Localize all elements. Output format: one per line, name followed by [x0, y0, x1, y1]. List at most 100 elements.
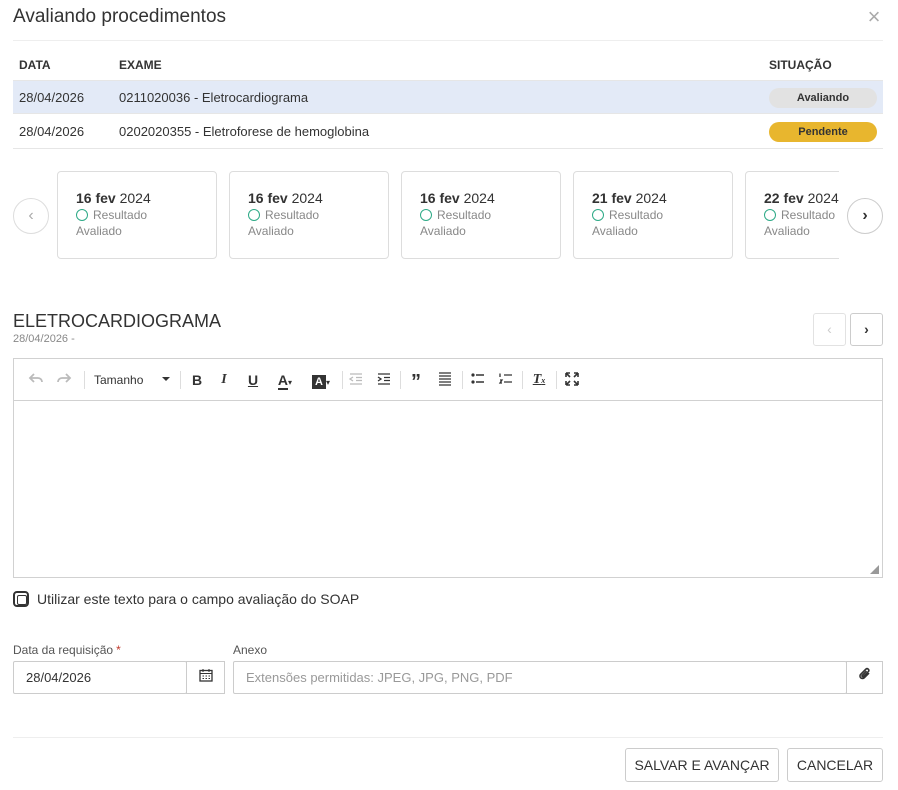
- column-header-status[interactable]: SITUAÇÃO: [769, 58, 832, 72]
- rich-text-editor: Tamanho B I U A▾ A ▾ ” Tx: [13, 358, 883, 578]
- section-date: 28/04/2026 -: [13, 333, 75, 345]
- soap-checkbox-row[interactable]: Utilizar este texto para o campo avaliaç…: [13, 591, 359, 607]
- card-result: Resultado: [609, 208, 664, 222]
- result-card[interactable]: 22 fev 2024 Resultado Avaliado: [745, 171, 839, 259]
- toolbar-separator: [522, 371, 523, 389]
- card-year: 2024: [119, 190, 151, 206]
- paperclip-icon: [858, 667, 872, 685]
- card-status: Avaliado: [76, 224, 122, 238]
- chevron-left-icon: ‹: [28, 207, 34, 224]
- attachment-input[interactable]: Extensões permitidas: JPEG, JPG, PNG, PD…: [233, 661, 847, 694]
- result-card[interactable]: 16 fev 2024 Resultado Avaliado: [401, 171, 561, 259]
- italic-icon[interactable]: I: [216, 371, 232, 389]
- card-result: Resultado: [265, 208, 320, 222]
- background-color-icon[interactable]: A ▾: [307, 371, 335, 389]
- table-row[interactable]: 28/04/2026 0211020036 - Eletrocardiogram…: [13, 80, 883, 114]
- result-card[interactable]: 16 fev 2024 Resultado Avaliado: [57, 171, 217, 259]
- result-circle-icon: [592, 209, 604, 221]
- divider: [13, 737, 883, 738]
- toolbar-separator: [556, 371, 557, 389]
- required-mark: *: [116, 643, 121, 657]
- resize-handle-icon[interactable]: [870, 565, 879, 574]
- card-day-month: 16 fev: [248, 190, 288, 206]
- column-header-date[interactable]: DATA: [19, 58, 51, 72]
- chevron-left-icon: ‹: [827, 321, 832, 337]
- font-size-select[interactable]: Tamanho: [94, 371, 174, 389]
- card-year: 2024: [291, 190, 323, 206]
- calendar-button[interactable]: [186, 661, 225, 694]
- dialog-title: Avaliando procedimentos: [13, 6, 227, 27]
- numbered-list-icon[interactable]: [498, 371, 514, 389]
- outdent-icon[interactable]: [348, 371, 364, 389]
- column-header-exam[interactable]: EXAME: [119, 58, 162, 72]
- save-and-advance-button[interactable]: SALVAR E AVANÇAR: [625, 748, 779, 782]
- card-result: Resultado: [781, 208, 836, 222]
- card-day-month: 16 fev: [76, 190, 116, 206]
- row-date: 28/04/2026: [19, 124, 85, 139]
- attachment-label: Anexo: [233, 643, 268, 657]
- toolbar-separator: [180, 371, 181, 389]
- result-card[interactable]: 16 fev 2024 Resultado Avaliado: [229, 171, 389, 259]
- result-circle-icon: [248, 209, 260, 221]
- card-status: Avaliado: [764, 224, 810, 238]
- clear-format-icon[interactable]: Tx: [530, 371, 548, 389]
- editor-toolbar: Tamanho B I U A▾ A ▾ ” Tx: [14, 359, 882, 401]
- table-row[interactable]: 28/04/2026 0202020355 - Eletroforese de …: [13, 115, 883, 149]
- row-exam: 0211020036 - Eletrocardiograma: [119, 90, 309, 105]
- soap-checkbox[interactable]: [13, 591, 29, 607]
- date-input[interactable]: 28/04/2026: [13, 661, 187, 694]
- status-badge: Avaliando: [769, 88, 877, 108]
- result-card[interactable]: 21 fev 2024 Resultado Avaliado: [573, 171, 733, 259]
- date-label-text: Data da requisição: [13, 643, 114, 657]
- bullet-list-icon[interactable]: [470, 371, 486, 389]
- underline-icon[interactable]: U: [245, 371, 261, 389]
- card-year: 2024: [635, 190, 667, 206]
- card-status: Avaliado: [592, 224, 638, 238]
- carousel-prev-button[interactable]: ‹: [13, 198, 49, 234]
- result-circle-icon: [420, 209, 432, 221]
- card-year: 2024: [807, 190, 839, 206]
- calendar-icon: [198, 669, 213, 685]
- card-status: Avaliado: [248, 224, 294, 238]
- card-year: 2024: [463, 190, 495, 206]
- section-title: ELETROCARDIOGRAMA: [13, 311, 222, 331]
- card-result: Resultado: [93, 208, 148, 222]
- font-size-label: Tamanho: [94, 373, 144, 387]
- bold-icon[interactable]: B: [189, 371, 205, 389]
- fullscreen-icon[interactable]: [564, 371, 580, 389]
- soap-checkbox-label: Utilizar este texto para o campo avaliaç…: [37, 591, 360, 607]
- result-circle-icon: [764, 209, 776, 221]
- redo-icon[interactable]: [56, 371, 72, 389]
- blockquote-icon[interactable]: ”: [408, 371, 424, 393]
- chevron-right-icon: ›: [864, 321, 869, 337]
- row-exam: 0202020355 - Eletroforese de hemoglobina: [119, 124, 370, 139]
- toolbar-separator: [400, 371, 401, 389]
- carousel-next-button[interactable]: ›: [847, 198, 883, 234]
- card-result: Resultado: [437, 208, 492, 222]
- card-day-month: 22 fev: [764, 190, 804, 206]
- caret-down-icon: [162, 377, 170, 381]
- next-procedure-button[interactable]: ›: [850, 313, 883, 346]
- toolbar-separator: [84, 371, 85, 389]
- card-status: Avaliado: [420, 224, 466, 238]
- horizontal-rule-icon[interactable]: [437, 371, 453, 389]
- carousel-track: 16 fev 2024 Resultado Avaliado 16 fev 20…: [57, 171, 839, 261]
- divider: [13, 40, 883, 41]
- editor-content-area[interactable]: [14, 401, 882, 577]
- card-day-month: 16 fev: [420, 190, 460, 206]
- row-date: 28/04/2026: [19, 90, 85, 105]
- prev-procedure-button[interactable]: ‹: [813, 313, 846, 346]
- indent-icon[interactable]: [376, 371, 392, 389]
- results-carousel: ‹ 16 fev 2024 Resultado Avaliado 16 fev …: [13, 171, 883, 261]
- date-label: Data da requisição *: [13, 643, 121, 657]
- undo-icon[interactable]: [28, 371, 44, 389]
- cancel-button[interactable]: CANCELAR: [787, 748, 883, 782]
- text-color-icon[interactable]: A▾: [272, 371, 298, 390]
- attachment-placeholder: Extensões permitidas: JPEG, JPG, PNG, PD…: [246, 670, 513, 685]
- attach-button[interactable]: [846, 661, 883, 694]
- status-badge: Pendente: [769, 122, 877, 142]
- toolbar-separator: [342, 371, 343, 389]
- close-icon[interactable]: ×: [864, 6, 884, 28]
- chevron-right-icon: ›: [862, 207, 868, 224]
- card-day-month: 21 fev: [592, 190, 632, 206]
